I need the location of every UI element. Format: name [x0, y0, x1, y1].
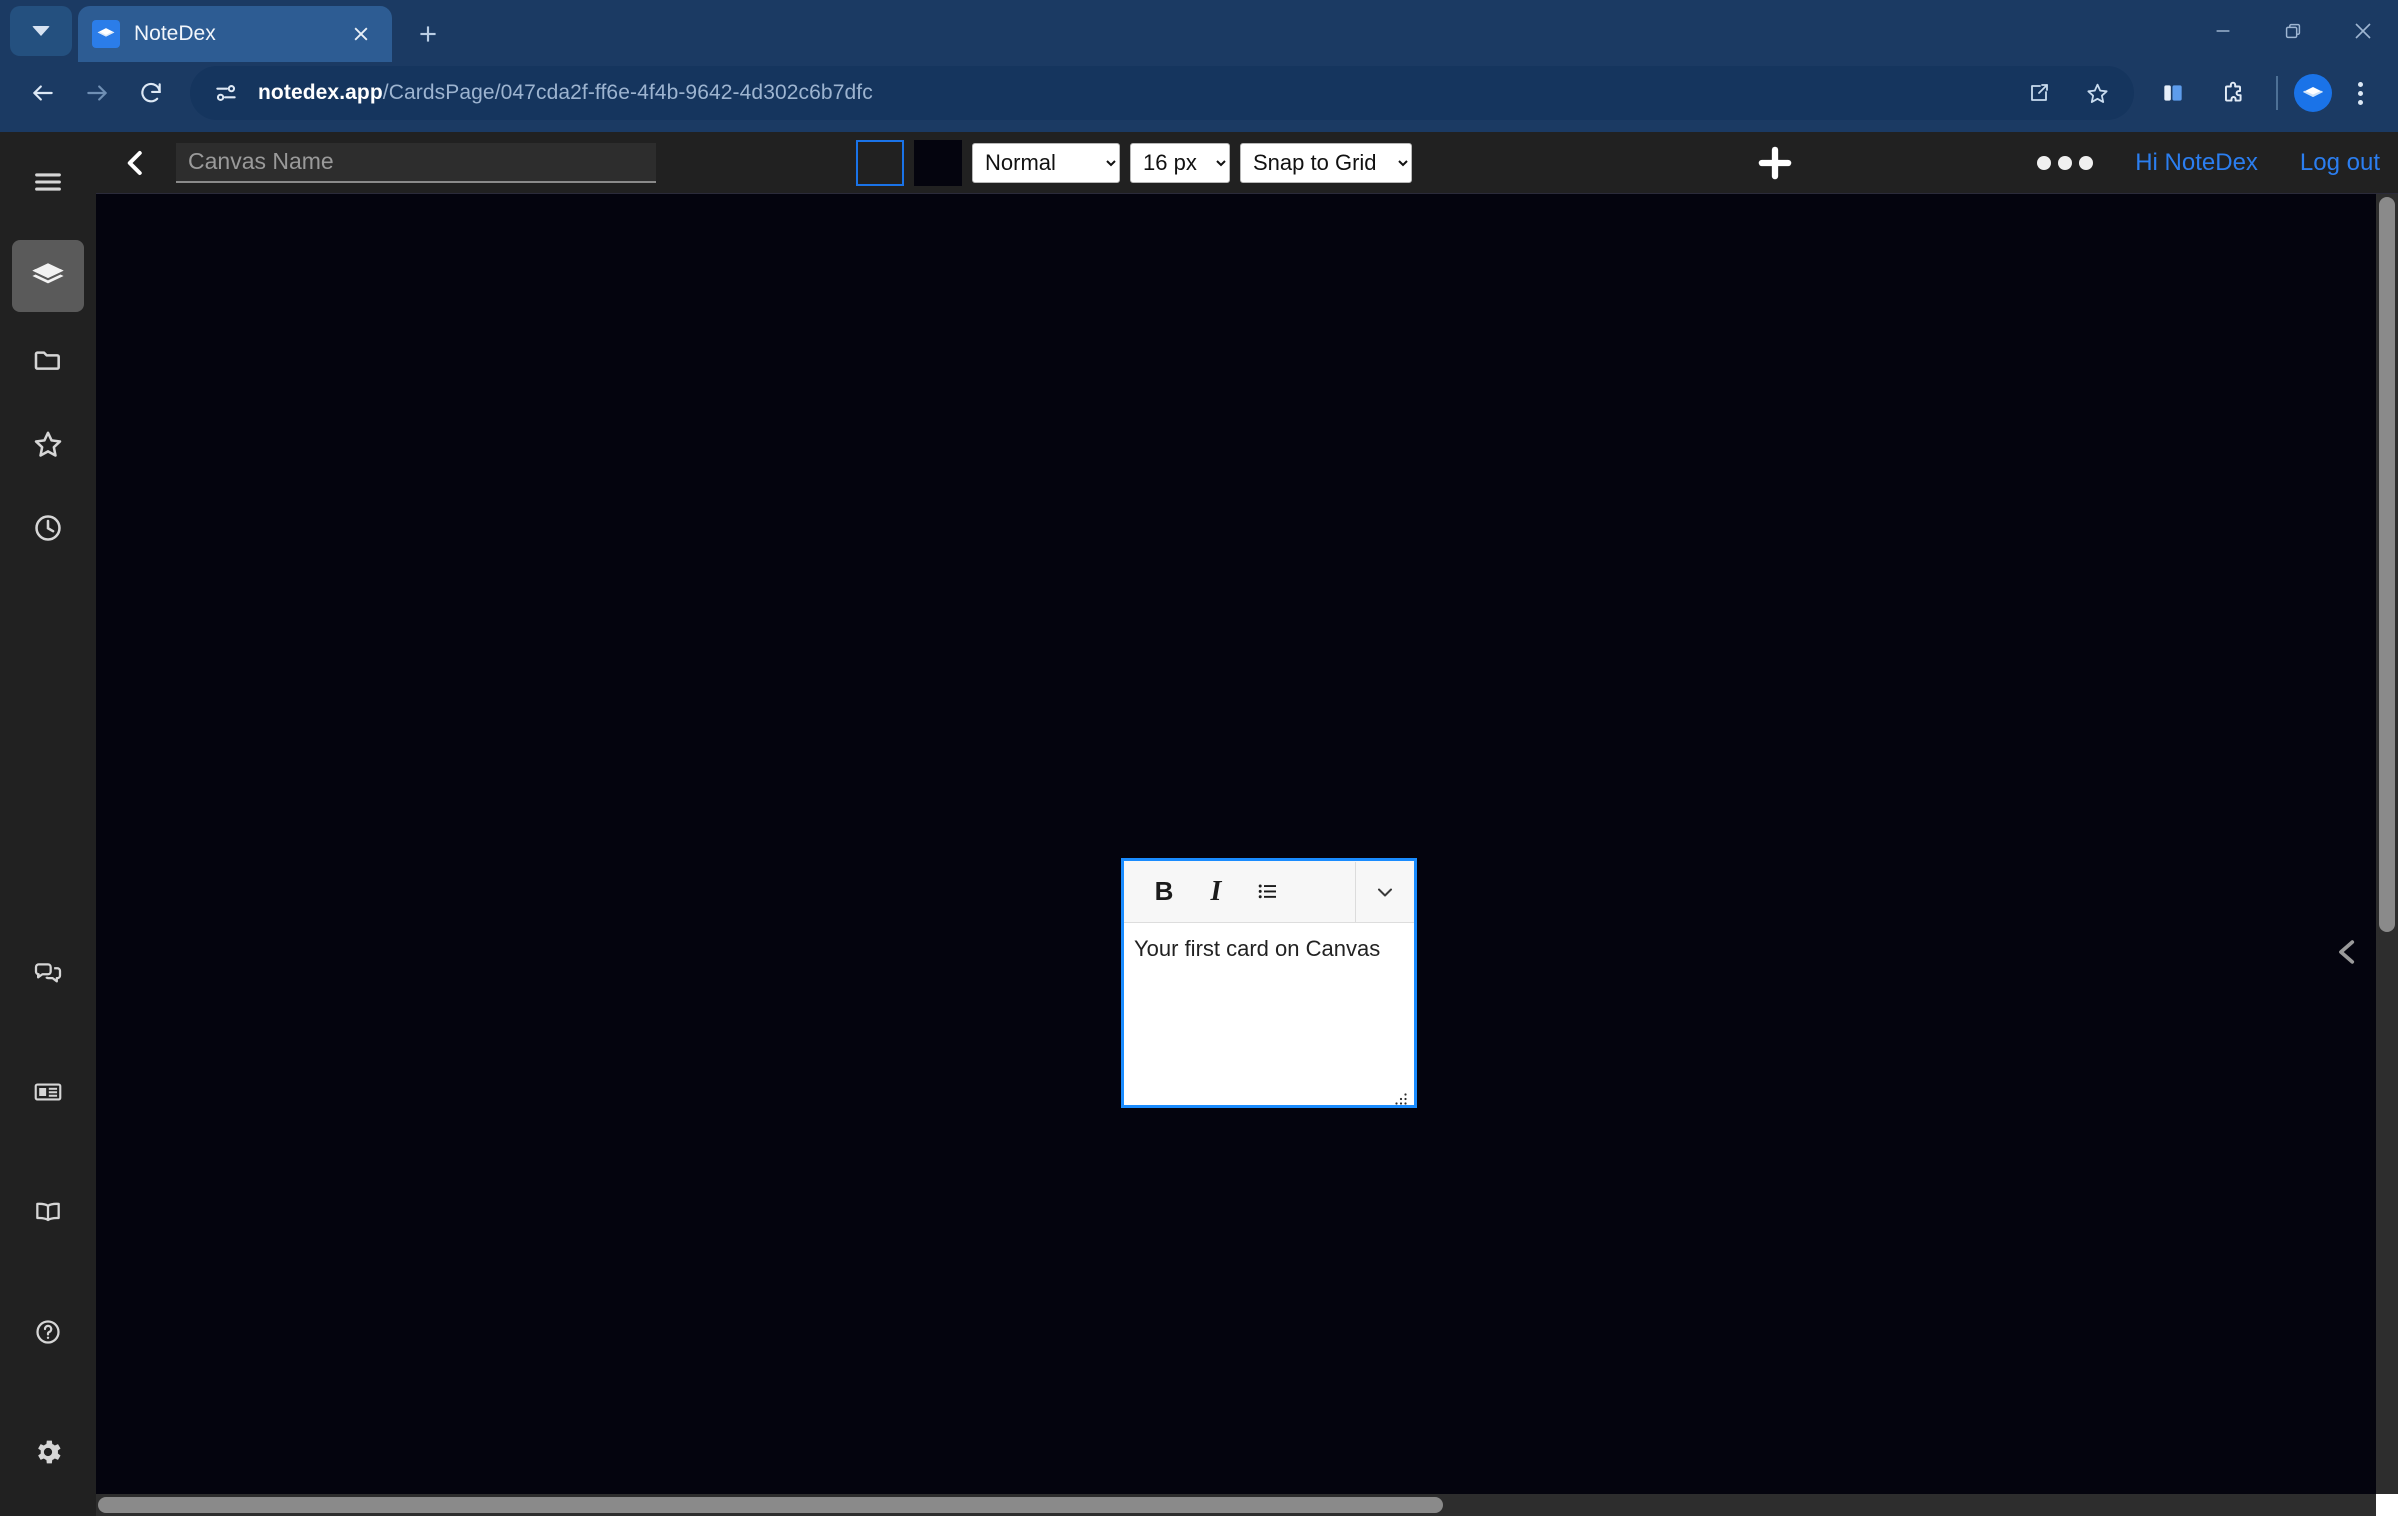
card-text-content: Your first card on Canvas	[1134, 936, 1381, 961]
browser-toolbar: notedex.app/CardsPage/047cda2f-ff6e-4f4b…	[0, 62, 2398, 132]
sidebar-item-feedback[interactable]	[12, 936, 84, 1008]
sidebar-item-guide[interactable]	[12, 1176, 84, 1248]
app-sidebar	[0, 132, 96, 1516]
profile-avatar[interactable]	[2294, 74, 2332, 112]
canvas-workspace: Normal 16 px Snap to Grid	[96, 132, 2398, 1516]
sidebar-bottom-group	[12, 936, 84, 1516]
font-size-select[interactable]: 16 px	[1130, 142, 1230, 183]
forward-arrow-icon[interactable]	[70, 66, 124, 120]
tab-strip: NoteDex	[0, 0, 2398, 62]
new-tab-button[interactable]	[406, 12, 450, 56]
three-dots-horizontal-icon	[2037, 155, 2052, 170]
text-style-select[interactable]: Normal	[972, 142, 1120, 183]
three-dot-vertical-icon	[2357, 90, 2363, 96]
sidebar-item-cards[interactable]	[12, 240, 84, 312]
sidebar-item-recent[interactable]	[12, 492, 84, 564]
browser-window: NoteDex notedex.app/CardsPage/047cda2f-f…	[0, 0, 2398, 1516]
toolbar-right-controls: Hi NoteDex Log out	[2037, 149, 2380, 177]
restore-button[interactable]	[2258, 0, 2328, 62]
card-toolbar: B I	[1124, 861, 1414, 923]
open-in-new-icon[interactable]	[2012, 66, 2066, 120]
sidebar-item-folders[interactable]	[12, 324, 84, 396]
card-expand-button[interactable]	[1356, 862, 1414, 922]
sidebar-item-settings[interactable]	[12, 1416, 84, 1488]
vertical-scrollbar[interactable]	[2376, 194, 2398, 1494]
scrollbar-corner	[2376, 1494, 2398, 1516]
menu-toggle[interactable]	[12, 146, 84, 218]
bold-icon: B	[1154, 876, 1174, 906]
back-button[interactable]	[114, 141, 158, 185]
snap-mode-select[interactable]: Snap to Grid	[1240, 142, 1412, 183]
canvas-card[interactable]: B I Your first card on Canvas	[1121, 858, 1417, 1108]
star-outline-icon[interactable]	[2070, 66, 2124, 120]
chevron-left-icon	[2339, 940, 2355, 964]
toolbar-divider	[2276, 76, 2278, 110]
reload-icon[interactable]	[124, 66, 178, 120]
toolbar-center-controls: Normal 16 px Snap to Grid	[856, 139, 1412, 186]
url-text: notedex.app/CardsPage/047cda2f-ff6e-4f4b…	[258, 81, 873, 105]
puzzle-icon[interactable]	[2206, 66, 2260, 120]
logout-link[interactable]: Log out	[2300, 149, 2380, 177]
sidebar-item-help[interactable]	[12, 1296, 84, 1368]
url-path: /CardsPage/047cda2f-ff6e-4f4b-9642-4d302…	[382, 81, 873, 104]
three-dots-horizontal-icon	[2079, 155, 2094, 170]
notedex-app: Normal 16 px Snap to Grid	[0, 132, 2398, 1516]
close-window-button[interactable]	[2328, 0, 2398, 62]
sidebar-item-news[interactable]	[12, 1056, 84, 1128]
italic-icon: I	[1210, 875, 1222, 907]
three-dots-horizontal-icon	[2058, 155, 2073, 170]
card-text[interactable]: Your first card on Canvas	[1124, 923, 1414, 1105]
bullet-list-button[interactable]	[1242, 862, 1294, 922]
italic-button[interactable]: I	[1190, 862, 1242, 922]
address-bar[interactable]: notedex.app/CardsPage/047cda2f-ff6e-4f4b…	[190, 66, 2134, 120]
cards-stack-icon	[92, 20, 120, 48]
sidebar-item-favorites[interactable]	[12, 408, 84, 480]
horizontal-scrollbar-thumb[interactable]	[98, 1497, 1443, 1513]
card-color-swatch[interactable]	[856, 139, 904, 186]
user-greeting-link[interactable]: Hi NoteDex	[2135, 149, 2258, 177]
tab-title: NoteDex	[134, 22, 216, 45]
resize-handle-icon[interactable]	[1394, 1085, 1408, 1105]
tab-search-button[interactable]	[10, 6, 72, 56]
panel-collapse-button[interactable]	[2328, 922, 2368, 982]
vertical-scrollbar-thumb[interactable]	[2379, 197, 2395, 932]
browser-tab[interactable]: NoteDex	[78, 6, 392, 62]
close-icon[interactable]	[344, 17, 378, 51]
split-view-icon[interactable]	[2146, 66, 2200, 120]
horizontal-scrollbar[interactable]	[96, 1494, 2376, 1516]
chevron-down-icon	[1378, 888, 1392, 896]
tune-icon[interactable]	[206, 73, 246, 113]
app-toolbar: Normal 16 px Snap to Grid	[96, 132, 2398, 194]
canvas-area[interactable]: B I Your first card on Canvas	[96, 194, 2376, 1494]
chrome-menu-button[interactable]	[2338, 66, 2382, 120]
bold-button[interactable]: B	[1138, 862, 1190, 922]
back-arrow-icon[interactable]	[16, 66, 70, 120]
window-controls	[2188, 0, 2398, 62]
canvas-name-input[interactable]	[176, 142, 656, 183]
add-card-button[interactable]	[1751, 139, 1799, 187]
more-options-button[interactable]	[2037, 155, 2094, 170]
minimize-button[interactable]	[2188, 0, 2258, 62]
three-dot-vertical-icon	[2357, 81, 2363, 87]
browser-actions	[2146, 66, 2382, 120]
url-domain: notedex.app	[258, 81, 383, 104]
chevron-down-icon	[32, 26, 50, 36]
three-dot-vertical-icon	[2357, 99, 2363, 105]
bullet-list-icon	[1258, 884, 1276, 898]
canvas-color-swatch[interactable]	[914, 139, 962, 186]
